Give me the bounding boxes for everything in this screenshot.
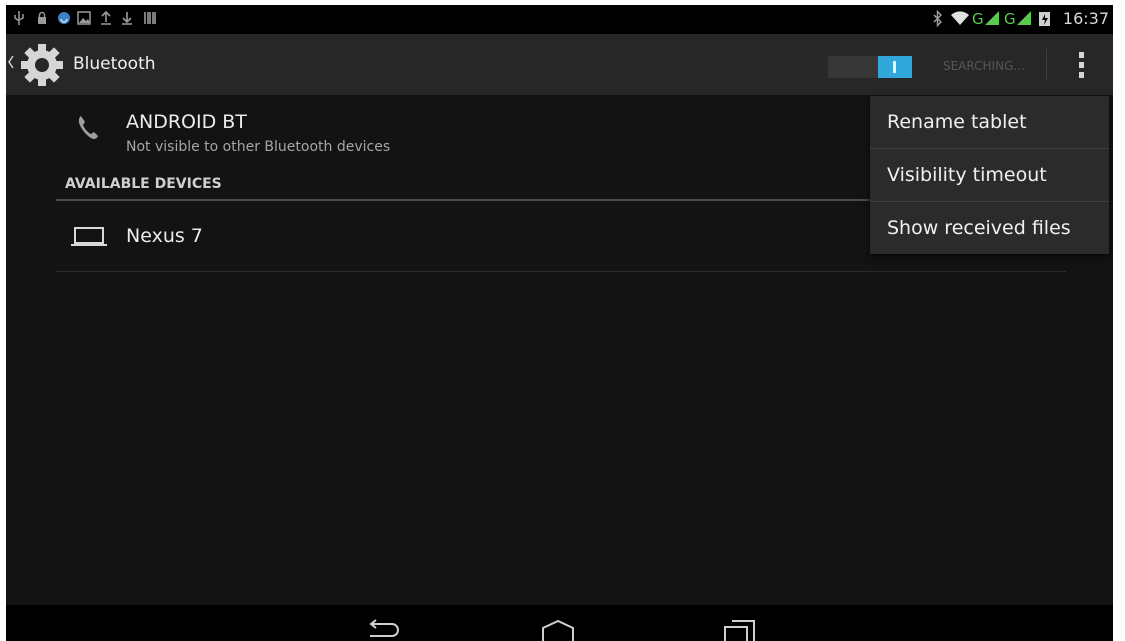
page-title: Bluetooth bbox=[73, 54, 156, 74]
toggle-on-indicator bbox=[893, 61, 896, 73]
device-label: Nexus 7 bbox=[126, 225, 203, 247]
device-name: ANDROID BT bbox=[126, 111, 247, 133]
home-icon[interactable] bbox=[540, 619, 576, 641]
up-caret-icon[interactable] bbox=[7, 54, 15, 70]
phone-icon bbox=[78, 116, 98, 139]
action-bar-divider bbox=[1046, 49, 1047, 81]
available-devices-header: AVAILABLE DEVICES bbox=[65, 176, 222, 192]
toggle-thumb bbox=[878, 56, 912, 78]
visibility-status: Not visible to other Bluetooth devices bbox=[126, 139, 391, 155]
status-bar: G G 16:37 bbox=[6, 5, 1113, 34]
back-icon[interactable] bbox=[366, 619, 402, 641]
search-for-devices-button[interactable]: SEARCHING... bbox=[943, 58, 1025, 74]
download-icon bbox=[122, 12, 132, 25]
network-type-label: G bbox=[1004, 10, 1016, 28]
image-icon bbox=[77, 11, 91, 25]
settings-gear-icon[interactable] bbox=[19, 42, 65, 88]
menu-item-rename-tablet[interactable]: Rename tablet bbox=[870, 96, 1109, 148]
bluetooth-icon bbox=[933, 10, 943, 27]
sync-icon bbox=[58, 12, 70, 24]
overflow-menu: Rename tablet Visibility timeout Show re… bbox=[870, 96, 1109, 254]
signal-icon bbox=[1017, 11, 1031, 25]
wifi-icon bbox=[951, 11, 969, 25]
overflow-menu-button[interactable] bbox=[1068, 48, 1096, 82]
recents-icon[interactable] bbox=[721, 619, 757, 641]
overflow-dot bbox=[1079, 52, 1084, 58]
action-bar: Bluetooth SEARCHING... bbox=[6, 34, 1113, 95]
device-screen: G G 16:37 Bluetooth SEARCHING... ANDROID… bbox=[6, 5, 1113, 641]
upload-icon bbox=[101, 10, 111, 25]
menu-item-visibility-timeout[interactable]: Visibility timeout bbox=[870, 149, 1109, 201]
barcode-icon bbox=[144, 12, 156, 24]
overflow-dot bbox=[1079, 62, 1084, 68]
navigation-bar bbox=[6, 605, 1113, 641]
usb-icon bbox=[14, 11, 24, 25]
lock-icon bbox=[38, 11, 46, 24]
menu-item-show-received-files[interactable]: Show received files bbox=[870, 202, 1109, 254]
bluetooth-toggle[interactable] bbox=[828, 56, 912, 78]
battery-icon bbox=[1039, 12, 1050, 26]
signal-icon bbox=[985, 11, 999, 25]
list-divider bbox=[56, 271, 1066, 272]
network-type-label: G bbox=[972, 10, 984, 28]
overflow-dot bbox=[1079, 72, 1084, 78]
clock: 16:37 bbox=[1062, 9, 1109, 28]
laptop-icon bbox=[71, 227, 107, 246]
